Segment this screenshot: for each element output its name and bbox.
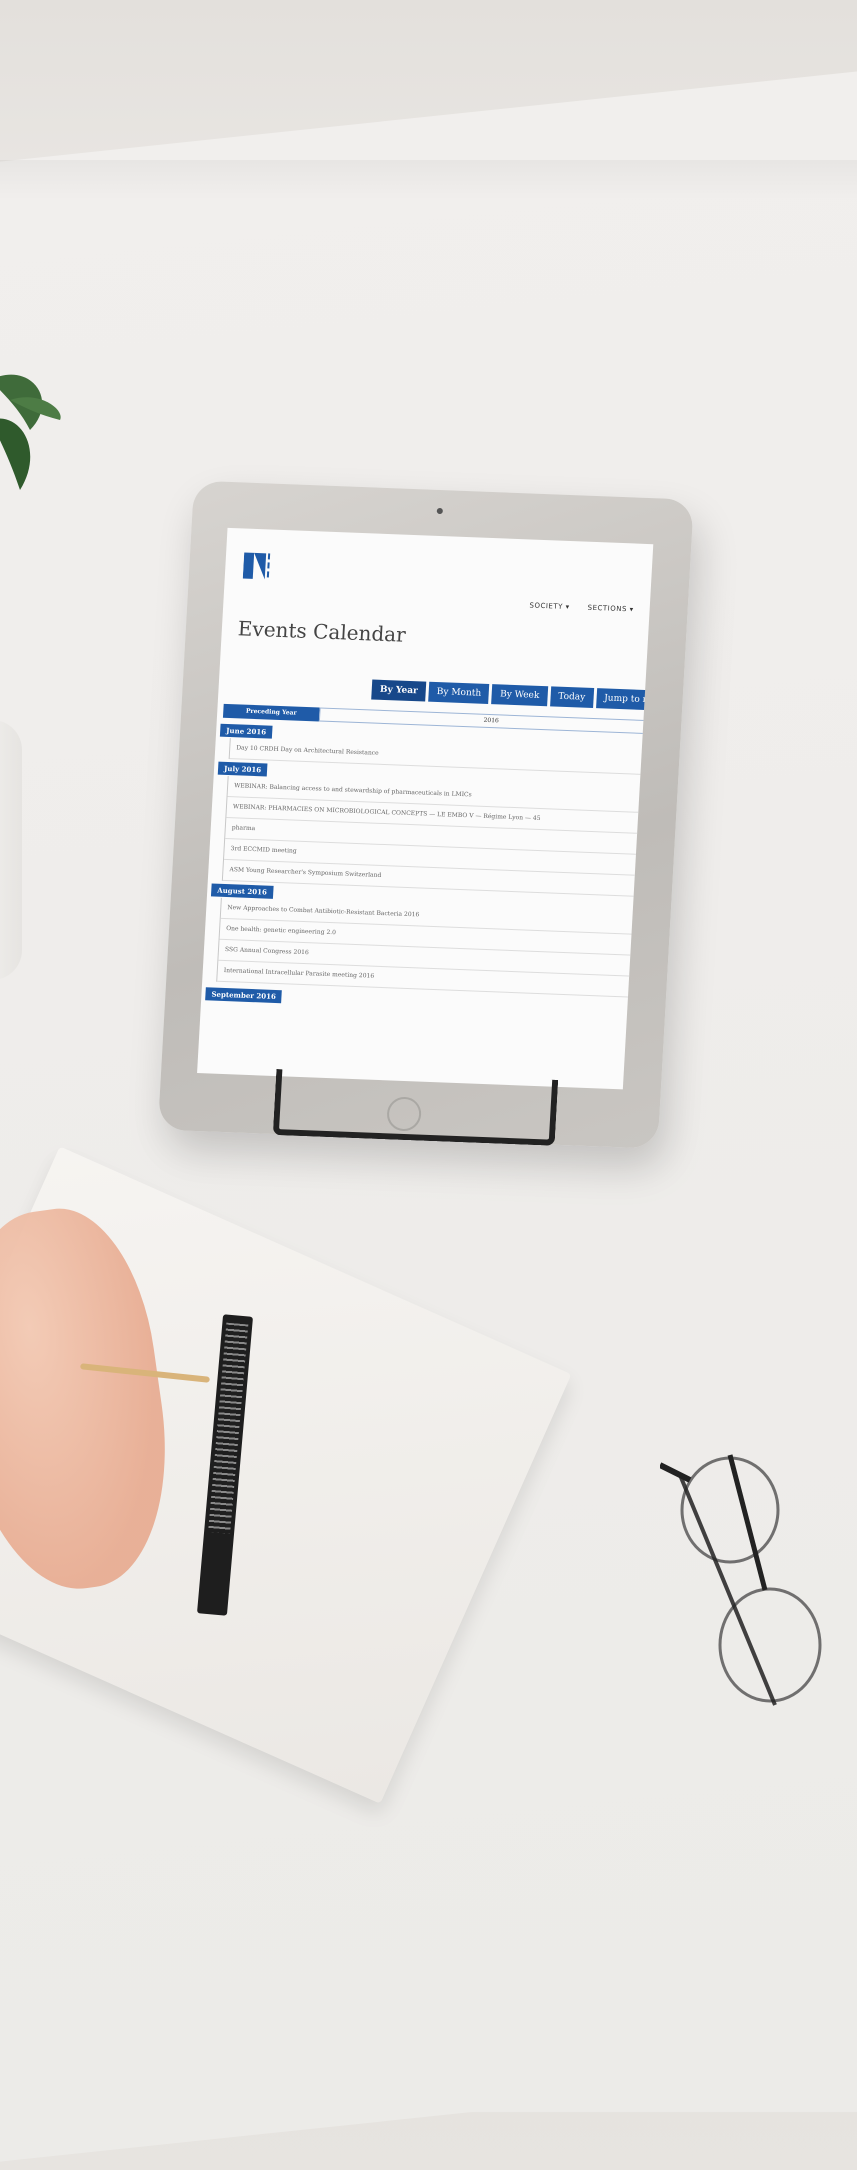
- desk-edge-shadow: [0, 160, 857, 200]
- preceding-year-button[interactable]: Preceding Year: [222, 703, 320, 722]
- site-logo-icon[interactable]: [242, 549, 273, 582]
- calendar-view-tabs: By Year By Month By Week Today Jump to m…: [371, 679, 654, 711]
- event-list-july: WEBINAR: Balancing access to and steward…: [221, 776, 654, 898]
- tablet-screen: SOCIETY ▾ SECTIONS ▾ Events Calendar By …: [197, 527, 654, 1090]
- nav-item-society[interactable]: SOCIETY ▾: [529, 602, 570, 612]
- top-nav: SOCIETY ▾ SECTIONS ▾: [529, 602, 634, 614]
- tablet-body: SOCIETY ▾ SECTIONS ▾ Events Calendar By …: [157, 480, 694, 1149]
- mug: [0, 720, 22, 980]
- current-year-label: 2016: [318, 707, 654, 735]
- page-title: Events Calendar: [237, 616, 407, 647]
- tab-jump-to-month[interactable]: Jump to mo: [595, 688, 654, 711]
- eyeglasses: [660, 1454, 822, 1706]
- month-header-august: August 2016: [210, 883, 274, 899]
- month-header-june: June 2016: [219, 723, 273, 739]
- event-list-june: Day 10 CRDH Day on Architectural Resista…: [228, 738, 654, 776]
- tab-by-year[interactable]: By Year: [371, 679, 427, 702]
- tablet-device: SOCIETY ▾ SECTIONS ▾ Events Calendar By …: [156, 480, 714, 1180]
- tablet-stand: [272, 1069, 559, 1146]
- tab-today[interactable]: Today: [549, 686, 594, 708]
- year-navigation: Preceding Year 2016: [222, 703, 654, 735]
- event-list-august: New Approaches to Combat Antibiotic-Resi…: [216, 897, 654, 999]
- month-header-september: September 2016: [205, 987, 283, 1004]
- camera-dot: [436, 507, 443, 515]
- plant-leaves: [0, 374, 61, 490]
- tab-by-week[interactable]: By Week: [491, 684, 548, 707]
- tab-by-month[interactable]: By Month: [428, 681, 490, 704]
- nav-item-sections[interactable]: SECTIONS ▾: [587, 604, 633, 614]
- month-header-july: July 2016: [217, 761, 268, 777]
- event-item[interactable]: Day 10 CRDH Day on Architectural Resista…: [229, 738, 654, 776]
